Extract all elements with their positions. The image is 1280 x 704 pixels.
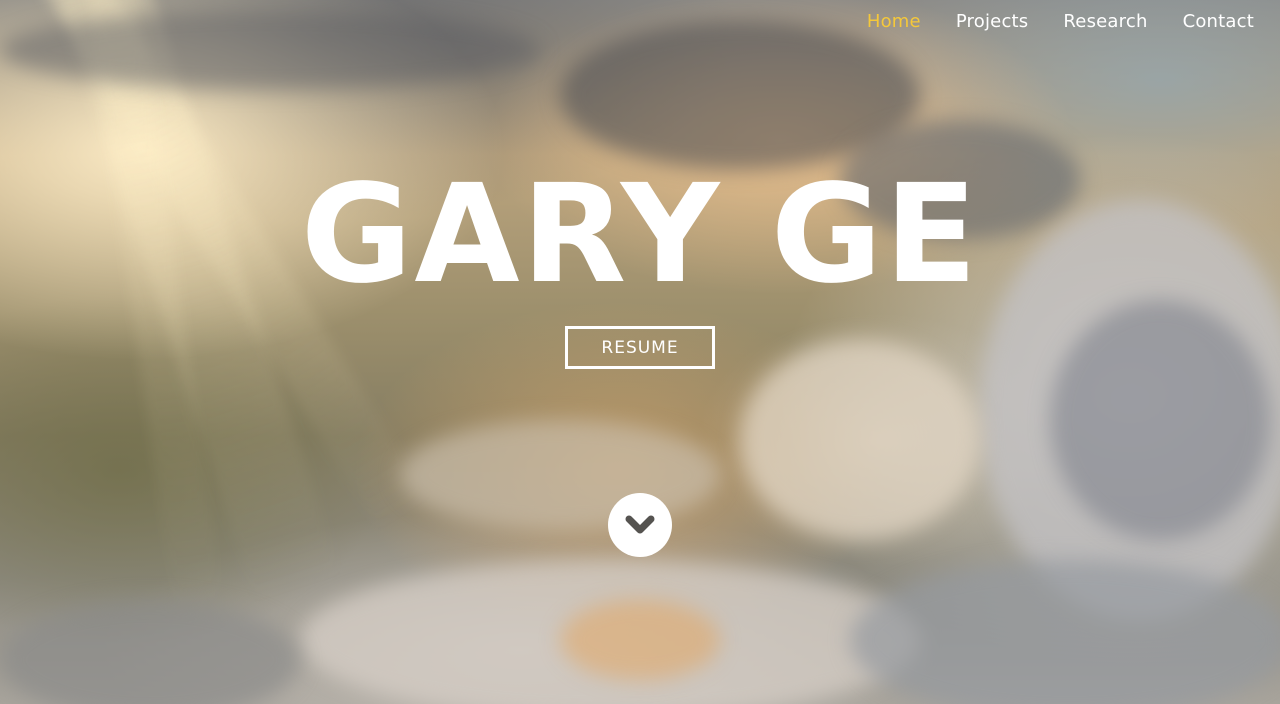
cloud: [0, 600, 300, 704]
main-nav: Home Projects Research Contact: [832, 0, 1280, 42]
cloud: [560, 600, 720, 680]
cloud: [400, 420, 720, 530]
chevron-down-icon: [625, 515, 655, 534]
nav-item-projects[interactable]: Projects: [956, 11, 1029, 32]
nav-item-home[interactable]: Home: [867, 11, 921, 32]
scroll-down-button[interactable]: [608, 493, 672, 557]
nav-item-contact[interactable]: Contact: [1183, 11, 1254, 32]
hero-section: Home Projects Research Contact GARY GE R…: [0, 0, 1280, 704]
nav-item-research[interactable]: Research: [1063, 11, 1147, 32]
cloud: [0, 10, 540, 90]
cloud: [1050, 300, 1270, 540]
resume-button-label: RESUME: [601, 337, 679, 358]
resume-button[interactable]: RESUME: [565, 326, 715, 369]
page-title: GARY GE: [300, 156, 980, 314]
cloud: [740, 340, 980, 540]
cloud: [850, 560, 1280, 704]
